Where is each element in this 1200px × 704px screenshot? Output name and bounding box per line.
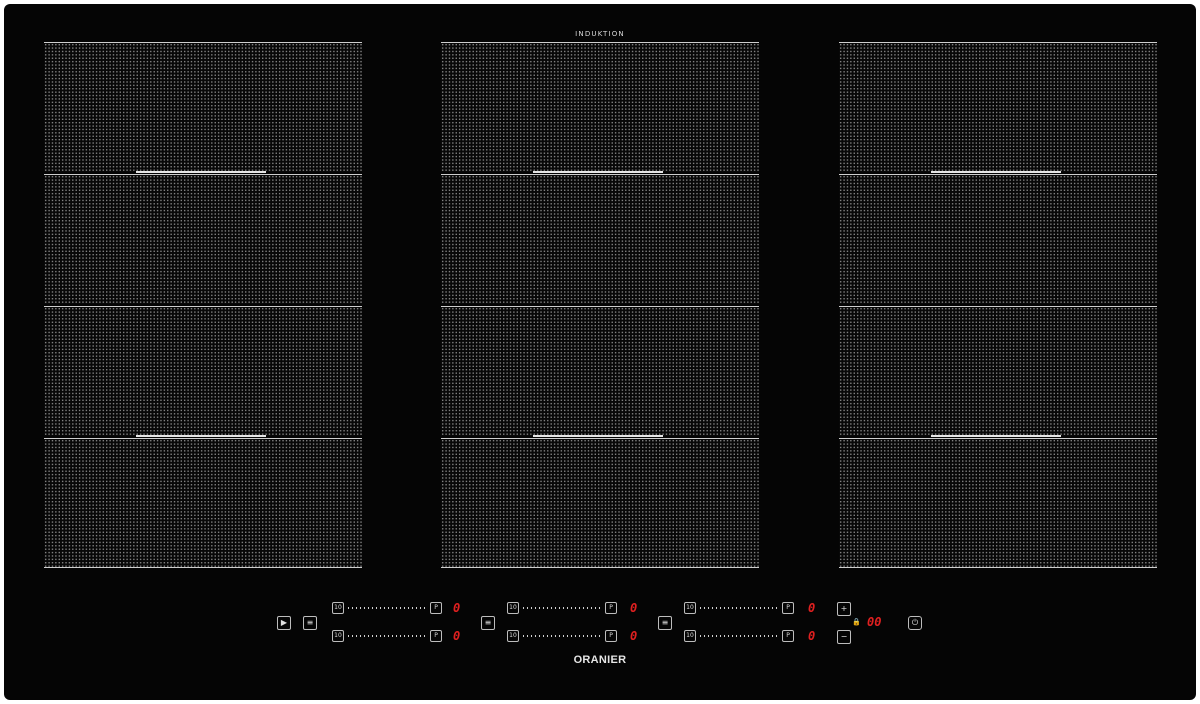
level-display: 0 bbox=[453, 601, 461, 615]
cooking-zone bbox=[44, 174, 362, 304]
level-display: 0 bbox=[808, 601, 816, 615]
lock-icon: 🔒 bbox=[852, 618, 861, 626]
slider-zone-2[interactable]: 10 P bbox=[332, 630, 442, 642]
minus-button[interactable]: − bbox=[837, 630, 851, 644]
slider-min-label: 10 bbox=[684, 602, 696, 614]
brand-logo: ORANIER bbox=[573, 654, 627, 666]
cooking-column-left bbox=[44, 42, 362, 570]
zone-marking bbox=[931, 435, 1061, 437]
cooking-zone bbox=[441, 174, 759, 304]
cooking-column-center bbox=[441, 42, 759, 570]
slider-max-label: P bbox=[605, 630, 617, 642]
cooking-zone bbox=[44, 306, 362, 437]
slider-track[interactable] bbox=[523, 607, 601, 609]
bridge-icon[interactable]: ≡ bbox=[658, 616, 672, 630]
level-display: 0 bbox=[453, 629, 461, 643]
slider-track[interactable] bbox=[700, 607, 778, 609]
slider-track[interactable] bbox=[348, 607, 426, 609]
slider-track[interactable] bbox=[700, 635, 778, 637]
plus-button[interactable]: + bbox=[837, 602, 851, 616]
timer-display: 00 bbox=[867, 615, 882, 629]
level-display: 0 bbox=[630, 629, 638, 643]
bridge-icon[interactable]: ≡ bbox=[481, 616, 495, 630]
slider-max-label: P bbox=[430, 602, 442, 614]
cooking-zone bbox=[839, 306, 1157, 437]
slider-min-label: 10 bbox=[507, 630, 519, 642]
cooking-column-right bbox=[839, 42, 1157, 570]
slider-zone-5[interactable]: 10 P bbox=[684, 602, 794, 614]
zone-marking bbox=[931, 171, 1061, 173]
slider-max-label: P bbox=[782, 602, 794, 614]
slider-max-label: P bbox=[782, 630, 794, 642]
zone-marking bbox=[533, 171, 663, 173]
zone-marking bbox=[136, 171, 266, 173]
slider-min-label: 10 bbox=[684, 630, 696, 642]
slider-zone-6[interactable]: 10 P bbox=[684, 630, 794, 642]
cooking-zone bbox=[839, 438, 1157, 568]
cooking-zone bbox=[441, 438, 759, 568]
bridge-icon[interactable]: ≡ bbox=[303, 616, 317, 630]
power-icon[interactable]: ⏻ bbox=[908, 616, 922, 630]
cooking-zone bbox=[441, 42, 759, 173]
slider-min-label: 10 bbox=[332, 630, 344, 642]
cooking-zone bbox=[44, 42, 362, 173]
induction-cooktop: INDUKTION ▶ ≡ 10 P 0 10 P 0 ≡ 10 P 0 10 … bbox=[4, 4, 1196, 700]
level-display: 0 bbox=[630, 601, 638, 615]
control-panel: ▶ ≡ 10 P 0 10 P 0 ≡ 10 P 0 10 P 0 ≡ 10 P… bbox=[4, 598, 1196, 644]
cooking-zone bbox=[839, 174, 1157, 304]
slider-track[interactable] bbox=[348, 635, 426, 637]
slider-zone-1[interactable]: 10 P bbox=[332, 602, 442, 614]
slider-max-label: P bbox=[605, 602, 617, 614]
slider-zone-4[interactable]: 10 P bbox=[507, 630, 617, 642]
zone-marking bbox=[533, 435, 663, 437]
slider-min-label: 10 bbox=[332, 602, 344, 614]
zone-marking bbox=[136, 435, 266, 437]
slider-min-label: 10 bbox=[507, 602, 519, 614]
top-label: INDUKTION bbox=[575, 30, 625, 38]
cooking-zone bbox=[441, 306, 759, 437]
slider-track[interactable] bbox=[523, 635, 601, 637]
play-icon[interactable]: ▶ bbox=[277, 616, 291, 630]
slider-zone-3[interactable]: 10 P bbox=[507, 602, 617, 614]
slider-max-label: P bbox=[430, 630, 442, 642]
cooking-zone bbox=[44, 438, 362, 568]
level-display: 0 bbox=[808, 629, 816, 643]
cooking-zone bbox=[839, 42, 1157, 173]
